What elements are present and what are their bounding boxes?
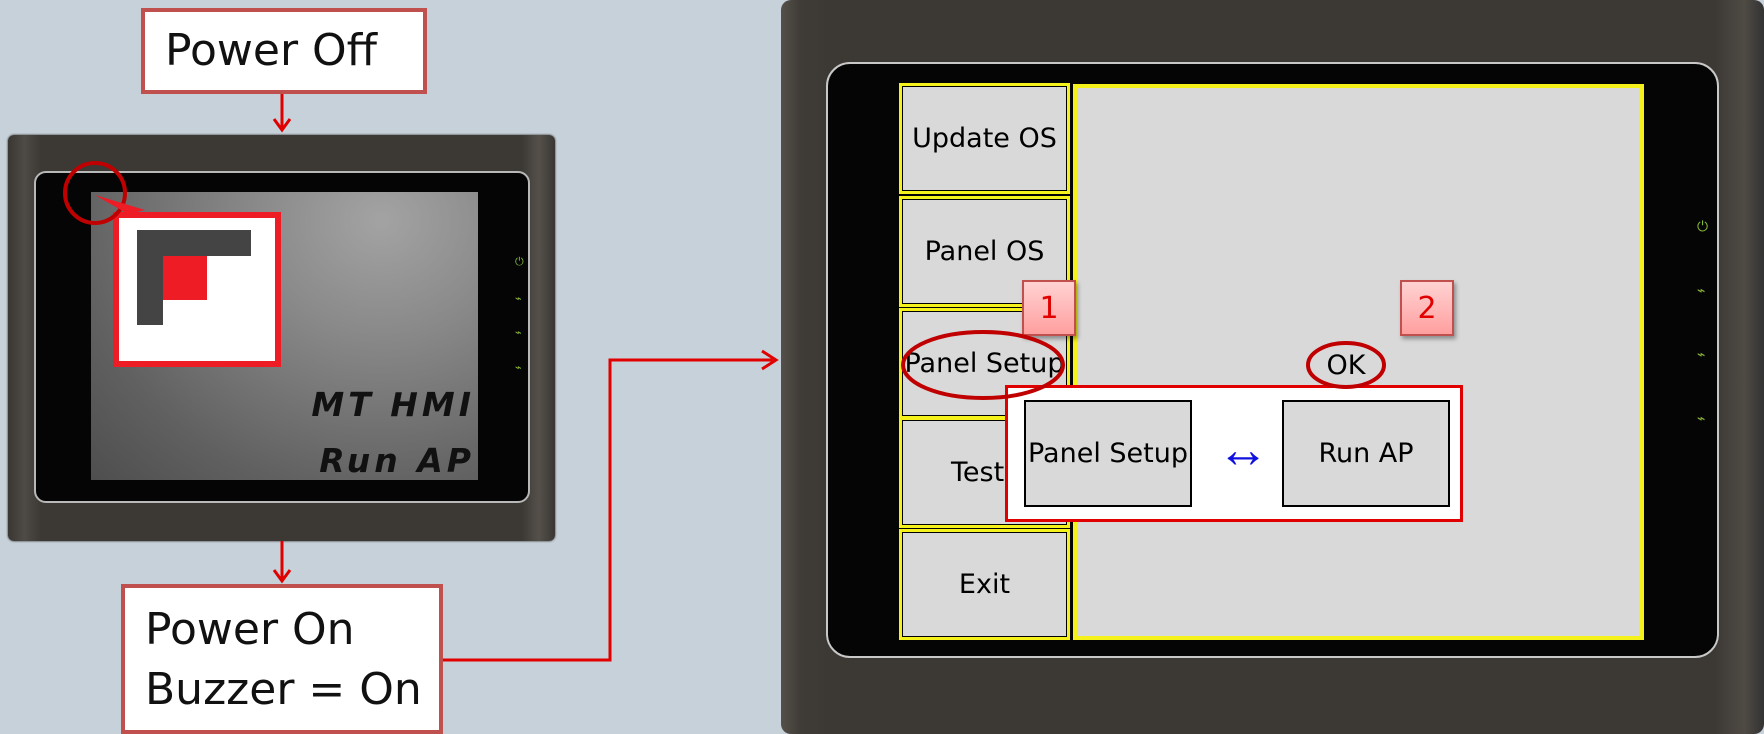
connector-overlay	[95, 94, 1386, 662]
callout-pointer	[95, 195, 145, 214]
ok-highlight	[1306, 341, 1386, 389]
panel-setup-highlight	[901, 330, 1065, 400]
connector-arrow	[443, 358, 774, 662]
